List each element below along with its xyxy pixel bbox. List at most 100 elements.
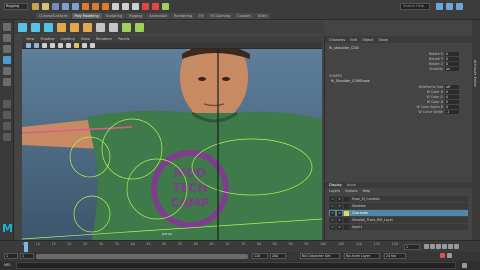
- go-to-end-icon[interactable]: [454, 244, 459, 249]
- cube-icon[interactable]: [18, 23, 27, 32]
- select-hierarchy-icon[interactable]: [82, 3, 89, 10]
- channel-box-menu-item[interactable]: Object: [362, 38, 373, 42]
- panel-menu-item[interactable]: Renderer: [96, 37, 112, 41]
- snap-point-icon[interactable]: [132, 3, 139, 10]
- ik-handle-icon[interactable]: [109, 23, 118, 32]
- layer-color-swatch[interactable]: [344, 224, 349, 230]
- select-component-icon[interactable]: [102, 3, 109, 10]
- render-settings-icon[interactable]: [162, 3, 169, 10]
- shelf-tab[interactable]: Rigging: [126, 12, 146, 19]
- rotate-tool-icon[interactable]: [3, 67, 11, 75]
- shelf-tab[interactable]: Custom: [234, 12, 254, 19]
- select-object-icon[interactable]: [92, 3, 99, 10]
- attribute-value[interactable]: off: [445, 84, 459, 89]
- attribute-row[interactable]: Visibility on: [325, 66, 472, 71]
- attribute-value[interactable]: 0: [445, 89, 459, 94]
- command-input[interactable]: [16, 262, 456, 269]
- attribute-row[interactable]: W Curve Width -1: [325, 109, 472, 114]
- layer-visibility-toggle[interactable]: V: [330, 196, 335, 202]
- panel-menu-item[interactable]: Shading: [40, 37, 54, 41]
- tab-anim[interactable]: Anim: [347, 183, 356, 187]
- new-scene-icon[interactable]: [32, 3, 39, 10]
- attribute-row[interactable]: Rotate Z0: [325, 61, 472, 66]
- layer-visibility-toggle[interactable]: V: [330, 217, 335, 223]
- shelf-tab[interactable]: XGen: [254, 12, 271, 19]
- attribute-value[interactable]: 0: [445, 94, 459, 99]
- layer-visibility-toggle[interactable]: V: [330, 203, 335, 209]
- layer-row[interactable]: V P Evan_M_Controls: [329, 196, 468, 202]
- current-frame-field[interactable]: 1: [404, 244, 420, 250]
- layer-row[interactable]: V Player1: [329, 224, 468, 230]
- time-slider[interactable]: 5 10 15 20 25 30 35 40 45 50 55 60 65 70…: [0, 240, 480, 252]
- layer-playback-toggle[interactable]: P: [337, 203, 342, 209]
- attribute-row[interactable]: W Color Alpha R0: [325, 104, 472, 109]
- layer-row-selected[interactable]: V P Character: [329, 210, 468, 216]
- layout-split-icon[interactable]: [3, 122, 11, 130]
- lasso-tool-icon[interactable]: [3, 34, 11, 42]
- layer-visibility-toggle[interactable]: V: [330, 210, 335, 216]
- shelf-tab[interactable]: FX Caching: [207, 12, 234, 19]
- attribute-value[interactable]: 0: [445, 104, 459, 109]
- panel-menu-item[interactable]: View: [26, 37, 34, 41]
- layer-playback-toggle[interactable]: P: [337, 217, 342, 223]
- character-set-dropdown[interactable]: No Character Set: [300, 253, 340, 259]
- panel-menu-item[interactable]: Panels: [118, 37, 129, 41]
- attribute-row[interactable]: Rotate Y0: [325, 56, 472, 61]
- attribute-value[interactable]: 0: [445, 56, 459, 61]
- panel-menu-item[interactable]: Lighting: [61, 37, 75, 41]
- attribute-row[interactable]: W Color R0: [325, 89, 472, 94]
- layer-row[interactable]: V P Skeletal_Track_RM_Layer: [329, 217, 468, 223]
- joint-icon[interactable]: [96, 23, 105, 32]
- shelf-tab[interactable]: Rendering: [171, 12, 196, 19]
- workspace-icon[interactable]: [436, 3, 443, 10]
- attribute-row[interactable]: Wireframe Sub off: [325, 84, 472, 89]
- shelf-tab[interactable]: FX: [196, 12, 207, 19]
- layer-color-swatch[interactable]: [344, 196, 349, 202]
- textured-icon[interactable]: [66, 42, 71, 48]
- snap-grid-icon[interactable]: [112, 3, 119, 10]
- xray-icon[interactable]: [82, 42, 87, 48]
- play-forward-icon[interactable]: [442, 244, 447, 249]
- cylinder-icon[interactable]: [44, 23, 53, 32]
- layout-icon[interactable]: [446, 3, 453, 10]
- layer-menu-item[interactable]: Layers: [329, 189, 340, 193]
- wireframe-icon[interactable]: [50, 42, 55, 48]
- fps-dropdown[interactable]: 24 fps: [384, 253, 406, 259]
- preferences-icon[interactable]: [447, 253, 452, 258]
- attribute-row[interactable]: W Color B0: [325, 99, 472, 104]
- layout-four-icon[interactable]: [3, 111, 11, 119]
- layer-menu-item[interactable]: Options: [345, 189, 358, 193]
- layer-playback-toggle[interactable]: P: [337, 196, 342, 202]
- layout-single-icon[interactable]: [3, 100, 11, 108]
- layer-row[interactable]: V P Skeleton: [329, 203, 468, 209]
- channel-box-menu-item[interactable]: Edit: [350, 38, 357, 42]
- paint-select-icon[interactable]: [3, 45, 11, 53]
- shelf-tab[interactable]: Sculpting: [102, 12, 126, 19]
- anim-layer-dropdown[interactable]: No Anim Layer: [344, 253, 380, 259]
- attribute-editor-side-tab[interactable]: Attribute Editor: [472, 20, 480, 240]
- bridge-icon[interactable]: [83, 23, 92, 32]
- script-editor-icon[interactable]: [462, 263, 467, 268]
- shelf-tab[interactable]: Animation: [146, 12, 171, 19]
- attribute-row[interactable]: W Color G0: [325, 94, 472, 99]
- undo-icon[interactable]: [62, 3, 69, 10]
- layer-visibility-toggle[interactable]: V: [330, 224, 335, 230]
- attribute-value[interactable]: 0: [445, 61, 459, 66]
- go-to-start-icon[interactable]: [424, 244, 429, 249]
- select-tool-icon[interactable]: [3, 23, 11, 31]
- end-frame-field[interactable]: 200: [270, 253, 286, 259]
- range-end-field[interactable]: 120: [252, 253, 268, 259]
- camera-attributes-icon[interactable]: [26, 42, 31, 48]
- auto-key-icon[interactable]: [440, 253, 445, 258]
- snap-curve-icon[interactable]: [122, 3, 129, 10]
- layer-color-swatch[interactable]: [344, 217, 349, 223]
- redo-icon[interactable]: [72, 3, 79, 10]
- layer-playback-toggle[interactable]: P: [337, 210, 342, 216]
- channel-box-menu-item[interactable]: Channels: [329, 38, 345, 42]
- attribute-row[interactable]: Rotate X0: [325, 51, 472, 56]
- open-scene-icon[interactable]: [42, 3, 49, 10]
- shelf-tab[interactable]: Curves/Surfaces: [36, 12, 71, 19]
- tab-display[interactable]: Display: [329, 183, 342, 187]
- scale-tool-icon[interactable]: [3, 78, 11, 86]
- isolate-icon[interactable]: [90, 42, 95, 48]
